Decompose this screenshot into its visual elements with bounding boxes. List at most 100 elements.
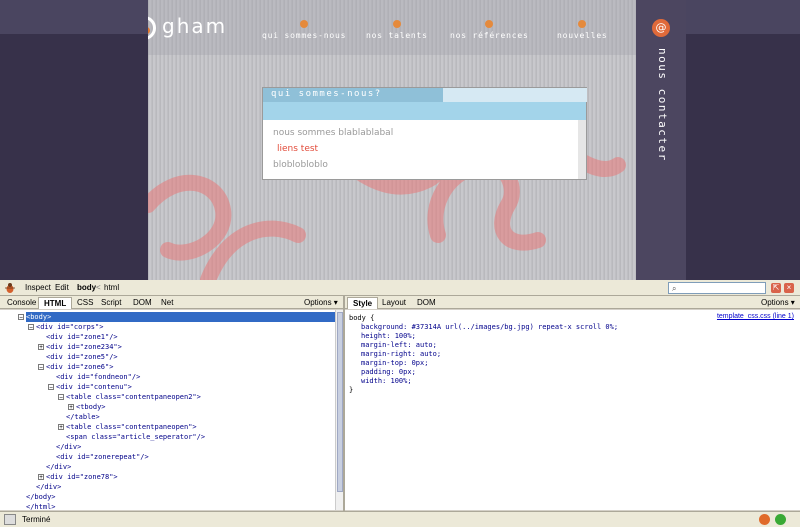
tree-expander-icon[interactable]: − — [38, 364, 44, 371]
tree-expander-icon[interactable]: + — [68, 404, 74, 411]
search-icon: ⌕ — [672, 284, 677, 293]
panel-body: nous sommes blablablabal liens test blob… — [263, 120, 586, 179]
tab-html[interactable]: HTML — [38, 297, 73, 309]
firebug-panel: Inspect Edit body < html ⌕ ⇱ × Console H… — [0, 280, 800, 527]
html-tree-node[interactable]: </html> — [26, 502, 56, 510]
css-rule[interactable]: width: 100%; — [361, 377, 412, 386]
tree-expander-icon[interactable]: − — [48, 384, 54, 391]
nav-dot-icon — [485, 20, 494, 28]
nav-label: nouvelles — [557, 31, 608, 40]
nav-item-qui-sommes-nous[interactable]: qui sommes-nous — [262, 20, 346, 40]
html-tree-node[interactable]: <div id="zone6"> — [46, 362, 113, 372]
html-tree-node[interactable]: <div id="zone5"/> — [46, 352, 118, 362]
tab-dom-side[interactable]: DOM — [412, 297, 441, 309]
tree-expander-icon[interactable]: − — [18, 314, 24, 321]
panel-tab-strip — [438, 88, 587, 102]
html-tree-node[interactable]: <div id="zone78"> — [46, 472, 118, 482]
tree-expander-icon[interactable]: − — [28, 324, 34, 331]
firebug-toolbar: Inspect Edit body < html ⌕ ⇱ × — [0, 280, 800, 296]
css-rule[interactable]: margin-top: 0px; — [361, 359, 428, 368]
css-rule[interactable]: margin-left: auto; — [361, 341, 437, 350]
contact-label: nous contacter — [656, 48, 669, 162]
css-rule[interactable]: height: 100%; — [361, 332, 416, 341]
panel-title: qui sommes-nous? — [271, 89, 382, 99]
html-tree-node[interactable]: </body> — [26, 492, 56, 502]
html-tree-node[interactable]: </div> — [36, 482, 61, 492]
search-input[interactable]: ⌕ — [668, 282, 766, 294]
site-header: gham qui sommes-nous nos talents nos réf… — [148, 0, 636, 55]
html-tree-view: − <body> − <div id="corps"> <div id="zone1"/… — [0, 310, 335, 510]
tab-css[interactable]: CSS — [72, 297, 98, 309]
right-options-menu[interactable]: Options ▾ — [761, 297, 795, 309]
content-panel: qui sommes-nous? nous sommes blablablaba… — [262, 87, 587, 180]
html-tree-node[interactable]: </div> — [46, 462, 71, 472]
left-options-menu[interactable]: Options ▾ — [304, 297, 338, 309]
at-icon: @ — [652, 19, 670, 37]
panel-link[interactable]: liens test — [277, 144, 318, 154]
nav-dot-icon — [300, 20, 309, 28]
html-tree-node[interactable]: <table class="contentpaneopen"> — [66, 422, 197, 432]
nav-label: nos références — [450, 31, 529, 40]
status-text: Terminé — [22, 515, 51, 524]
firebug-icon[interactable] — [4, 282, 16, 294]
breadcrumb-body[interactable]: body — [77, 283, 96, 292]
html-tree-node[interactable]: <div id="contenu"> — [56, 382, 132, 392]
html-tree-node[interactable]: </div> — [56, 442, 81, 452]
css-rule[interactable]: background: #37314A url(../images/bg.jpg… — [361, 323, 618, 332]
tab-style[interactable]: Style — [347, 297, 379, 309]
nav-item-nos-talents[interactable]: nos talents — [366, 20, 428, 40]
tab-script[interactable]: Script — [96, 297, 126, 309]
html-tree-node[interactable]: <body> — [26, 312, 51, 322]
style-view: template_css.css (line 1) body { backgro… — [345, 310, 800, 510]
detach-button[interactable]: ⇱ — [771, 283, 781, 293]
tree-expander-icon[interactable]: + — [38, 474, 44, 481]
site-logo[interactable]: gham — [148, 14, 242, 44]
nav-item-nouvelles[interactable]: nouvelles — [557, 20, 608, 40]
panel-header-bar — [263, 102, 586, 120]
selected-node-highlight — [26, 312, 335, 322]
html-tree-node[interactable]: <div id="zone1"/> — [46, 332, 118, 342]
left-sidebar-band — [0, 0, 148, 280]
html-tree-node[interactable]: <div id="zone234"> — [46, 342, 122, 352]
nav-dot-icon — [392, 20, 401, 28]
html-tree-node[interactable]: <div id="corps"> — [36, 322, 103, 332]
check-icon[interactable] — [775, 514, 786, 525]
panel-text-line: bloblobloblo — [273, 160, 328, 170]
css-source-link[interactable]: template_css.css (line 1) — [717, 313, 794, 320]
tab-dom[interactable]: DOM — [128, 297, 157, 309]
tab-layout[interactable]: Layout — [377, 297, 411, 309]
tree-expander-icon[interactable]: − — [58, 394, 64, 401]
website-viewport: gham qui sommes-nous nos talents nos réf… — [0, 0, 800, 280]
tab-console[interactable]: Console — [2, 297, 41, 309]
html-tree-scrollbar[interactable] — [335, 310, 343, 510]
nav-item-nos-references[interactable]: nos références — [450, 20, 529, 40]
status-page-icon — [4, 514, 16, 525]
html-tree-node[interactable]: <div id="zonerepeat"/> — [56, 452, 149, 462]
firefox-icon[interactable] — [759, 514, 770, 525]
html-tree-node[interactable]: <span class="article_seperator"/> — [66, 432, 205, 442]
edit-button[interactable]: Edit — [55, 283, 69, 292]
panel-tab: qui sommes-nous? — [263, 88, 443, 102]
html-tree-node[interactable]: <div id="fondneon"/> — [56, 372, 140, 382]
logo-mark-icon — [148, 16, 156, 40]
html-tree-node[interactable]: </table> — [66, 412, 100, 422]
inspect-button[interactable]: Inspect — [25, 283, 51, 292]
contact-strip[interactable]: @ nous contacter — [636, 0, 686, 280]
status-bar: Terminé — [0, 511, 800, 527]
nav-label: qui sommes-nous — [262, 31, 347, 40]
html-tree-node[interactable]: <tbody> — [76, 402, 106, 412]
close-icon[interactable]: × — [784, 283, 794, 293]
css-rule[interactable]: margin-right: auto; — [361, 350, 441, 359]
right-sidebar-band: @ nous contacter — [636, 0, 800, 280]
css-rule[interactable]: padding: 0px; — [361, 368, 416, 377]
firebug-tabbar: Console HTML CSS Script DOM Net Options … — [0, 296, 800, 309]
nav-dot-icon — [578, 20, 587, 28]
html-tree-node[interactable]: <table class="contentpaneopen2"> — [66, 392, 201, 402]
tree-expander-icon[interactable]: + — [38, 344, 44, 351]
breadcrumb-separator: < — [96, 283, 101, 292]
tab-net[interactable]: Net — [156, 297, 178, 309]
css-close-brace: } — [349, 386, 354, 394]
site-main-area: gham qui sommes-nous nos talents nos réf… — [148, 0, 636, 280]
breadcrumb-html[interactable]: html — [104, 283, 119, 292]
tree-expander-icon[interactable]: + — [58, 424, 64, 431]
